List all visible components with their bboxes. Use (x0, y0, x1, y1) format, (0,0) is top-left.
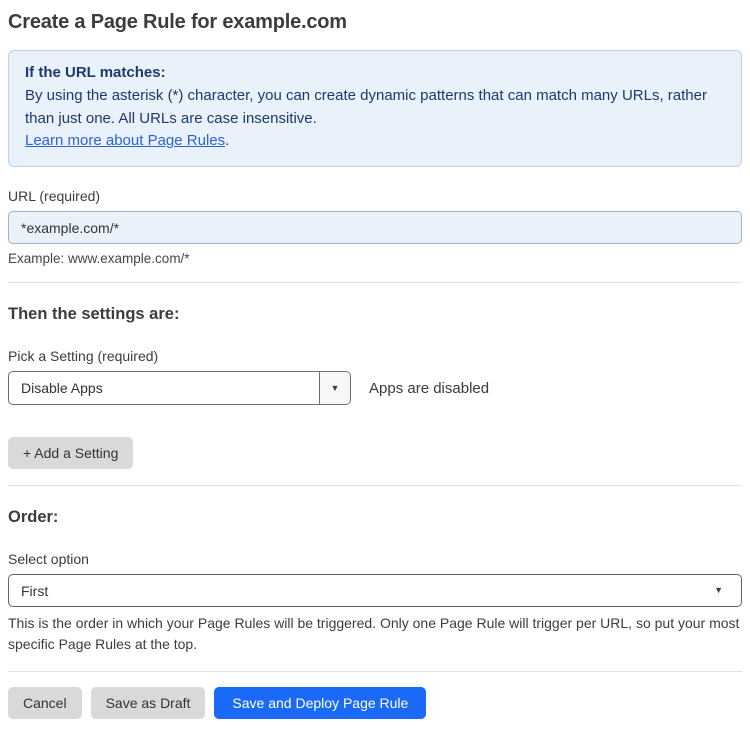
url-label: URL (required) (8, 188, 101, 205)
setting-dropdown-value: Disable Apps (21, 380, 103, 397)
divider (8, 485, 742, 487)
settings-section-heading: Then the settings are: (8, 305, 180, 324)
url-helper-text: Example: www.example.com/* (8, 251, 190, 267)
create-page-rule-form: Create a Page Rule for example.com If th… (0, 11, 750, 720)
order-select[interactable]: First ▼ (8, 574, 742, 608)
pick-setting-label: Pick a Setting (required) (8, 348, 159, 365)
order-select-value: First (21, 582, 49, 599)
order-helper-text: This is the order in which your Page Rul… (8, 615, 740, 653)
divider (8, 671, 742, 673)
order-section-heading: Order: (8, 508, 59, 527)
link-period-text: . (225, 132, 230, 150)
save-as-draft-button[interactable]: Save as Draft (90, 687, 206, 720)
info-link-line: Learn more about Page Rules. (25, 130, 725, 153)
learn-more-link[interactable]: Learn more about Page Rules (25, 132, 225, 149)
url-match-info-box: If the URL matches: By using the asteris… (8, 50, 742, 168)
select-option-label: Select option (8, 551, 89, 568)
page-title: Create a Page Rule for example.com (8, 11, 347, 33)
add-setting-button[interactable]: + Add a Setting (8, 437, 134, 470)
url-input[interactable] (8, 211, 742, 245)
setting-dropdown[interactable]: Disable Apps ▼ (8, 371, 351, 406)
chevron-down-icon: ▼ (714, 585, 723, 596)
setting-status-text: Apps are disabled (369, 379, 490, 397)
setting-dropdown-arrow-button[interactable]: ▼ (319, 372, 350, 405)
save-and-deploy-button[interactable]: Save and Deploy Page Rule (214, 687, 427, 720)
action-buttons-row: Cancel Save as Draft Save and Deploy Pag… (8, 687, 742, 720)
info-box-heading: If the URL matches: (25, 64, 166, 81)
info-box-body: By using the asterisk (*) character, you… (25, 86, 707, 127)
chevron-down-icon: ▼ (330, 382, 340, 393)
setting-row: Disable Apps ▼ Apps are disabled (8, 371, 742, 406)
cancel-button[interactable]: Cancel (8, 687, 82, 720)
divider (8, 282, 742, 284)
